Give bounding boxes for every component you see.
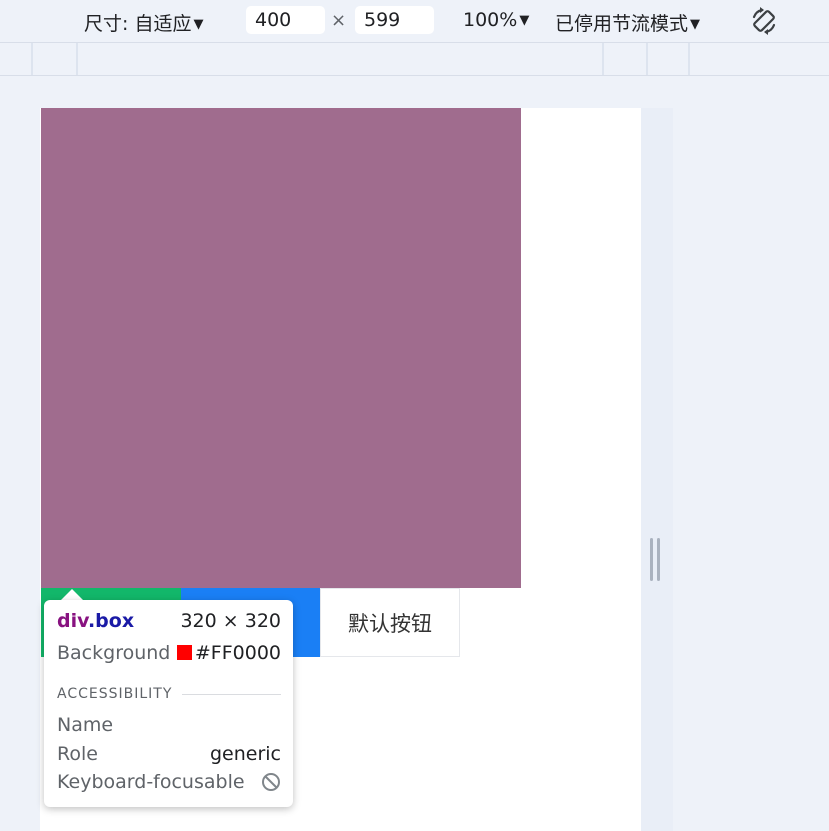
background-row: Background #FF0000 — [57, 642, 281, 664]
handle-bar — [650, 538, 653, 581]
width-input[interactable]: 400 — [246, 6, 325, 34]
default-button[interactable]: 默认按钮 — [320, 588, 460, 657]
ruler-divider — [76, 43, 78, 75]
element-dimensions: 320 × 320 — [180, 610, 281, 632]
chevron-down-icon: ▼ — [193, 17, 204, 32]
background-value-wrap: #FF0000 — [176, 642, 281, 664]
media-query-ruler — [0, 43, 829, 76]
viewport-resize-area — [641, 108, 673, 831]
throttling-label: 已停用节流模式 — [555, 13, 689, 35]
focusable-row: Keyboard-focusable — [57, 771, 281, 793]
accessibility-header: ACCESSIBILITY — [57, 686, 281, 702]
accessibility-title: ACCESSIBILITY — [57, 686, 173, 702]
role-row: Role generic — [57, 743, 281, 765]
inspect-tooltip: div.box 320 × 320 Background #FF0000 ACC… — [44, 600, 293, 807]
background-label: Background — [57, 642, 171, 664]
ruler-divider — [602, 43, 604, 75]
dimensions-dropdown[interactable]: 尺寸: 自适应 ▼ — [84, 9, 203, 36]
name-label: Name — [57, 714, 114, 736]
device-toolbar: 尺寸: 自适应 ▼ 400 × 599 100% ▼ 已停用节流模式 ▼ — [0, 0, 829, 43]
color-swatch — [176, 645, 192, 660]
rotate-icon[interactable] — [748, 5, 780, 37]
name-row: Name — [57, 714, 281, 736]
element-tag: div — [57, 610, 88, 632]
ruler-divider — [31, 43, 33, 75]
tooltip-arrow — [61, 589, 83, 600]
highlighted-box[interactable] — [41, 108, 521, 588]
ruler-divider — [646, 43, 648, 75]
chevron-down-icon: ▼ — [690, 17, 701, 32]
element-summary: div.box 320 × 320 — [57, 610, 281, 632]
zoom-dropdown[interactable]: 100% ▼ — [463, 9, 529, 31]
throttling-dropdown[interactable]: 已停用节流模式 ▼ — [555, 9, 700, 36]
element-selector: div.box — [57, 610, 134, 632]
dimensions-label: 尺寸: 自适应 — [84, 13, 192, 35]
height-input[interactable]: 599 — [355, 6, 434, 34]
times-sign: × — [331, 10, 347, 31]
focusable-label: Keyboard-focusable — [57, 771, 245, 793]
zoom-label: 100% — [463, 9, 518, 31]
not-allowed-icon — [262, 773, 280, 791]
role-label: Role — [57, 743, 98, 765]
divider — [182, 693, 281, 695]
background-value: #FF0000 — [194, 642, 281, 664]
handle-bar — [657, 538, 660, 581]
role-value: generic — [209, 743, 281, 765]
resize-handle[interactable] — [650, 538, 662, 581]
chevron-down-icon: ▼ — [519, 13, 530, 28]
ruler-divider — [688, 43, 690, 75]
element-class: .box — [87, 610, 135, 632]
